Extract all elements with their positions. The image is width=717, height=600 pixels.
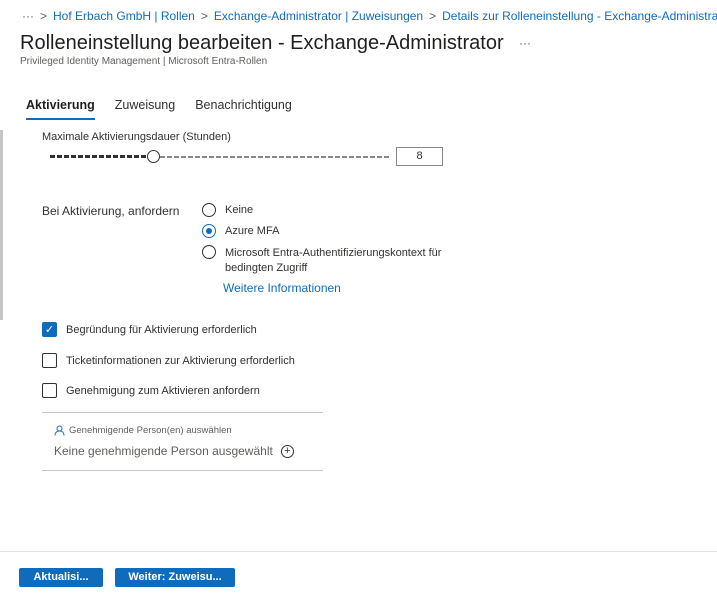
duration-slider[interactable] [50, 150, 390, 163]
checkbox-ticket[interactable]: Ticketinformationen zur Aktivierung erfo… [42, 353, 295, 368]
chevron-right-icon: > [40, 9, 48, 23]
update-button[interactable]: Aktualisi... [19, 568, 103, 587]
chevron-right-icon: > [429, 9, 437, 23]
radio-auth-context[interactable]: Microsoft Entra-Authentifizierungskontex… [202, 245, 442, 276]
checkbox-label: Genehmigung zum Aktivieren anfordern [66, 384, 260, 397]
more-info-link[interactable]: Weitere Informationen [223, 281, 341, 295]
next-assignment-button[interactable]: Weiter: Zuweisu... [115, 568, 235, 587]
page-subtitle: Privileged Identity Management | Microso… [20, 56, 268, 67]
require-label: Bei Aktivierung, anfordern [42, 204, 180, 218]
radio-keine[interactable]: Keine [202, 203, 254, 217]
slider-thumb[interactable] [147, 150, 161, 163]
radio-azure-mfa[interactable]: Azure MFA [202, 224, 280, 238]
radio-label: Keine [225, 204, 254, 216]
breadcrumb-item[interactable]: Hof Erbach GmbH | Rollen [53, 9, 195, 23]
tab-bar: Aktivierung Zuweisung Benachrichtigung [26, 98, 292, 120]
page-title: Rolleneinstellung bearbeiten - Exchange-… [20, 32, 504, 54]
approver-value-text: Keine genehmigende Person ausgewählt [54, 444, 273, 458]
approver-select-label[interactable]: Genehmigende Person(en) auswählen [54, 425, 232, 436]
add-approver-icon[interactable]: + [280, 444, 294, 458]
checkbox-approval[interactable]: Genehmigung zum Aktivieren anfordern [42, 383, 260, 398]
scrollbar[interactable] [0, 130, 3, 320]
checkbox-icon [42, 383, 57, 398]
tab-zuweisung[interactable]: Zuweisung [115, 98, 175, 120]
checkbox-checked-icon: ✓ [42, 322, 57, 337]
checkbox-label: Begründung für Aktivierung erforderlich [66, 323, 257, 336]
slider-fill [50, 155, 154, 158]
breadcrumb-item[interactable]: Exchange-Administrator | Zuweisungen [214, 9, 423, 23]
person-icon [54, 425, 65, 436]
radio-label: Azure MFA [225, 225, 280, 237]
radio-circle [202, 203, 216, 217]
approver-label-text: Genehmigende Person(en) auswählen [69, 425, 232, 436]
radio-circle [202, 245, 216, 259]
divider [42, 412, 323, 413]
footer-divider [0, 551, 717, 552]
divider [42, 470, 323, 471]
tab-benachrichtigung[interactable]: Benachrichtigung [195, 98, 292, 120]
chevron-right-icon: > [200, 9, 208, 23]
breadcrumb-item[interactable]: Details zur Rolleneinstellung - Exchange… [442, 9, 717, 23]
radio-label: Microsoft Entra-Authentifizierungskontex… [225, 247, 442, 274]
more-options-button[interactable]: ··· [519, 36, 531, 50]
tab-aktivierung[interactable]: Aktivierung [26, 98, 95, 120]
slider-track [160, 156, 390, 158]
checkbox-label: Ticketinformationen zur Aktivierung erfo… [66, 354, 295, 367]
duration-label: Maximale Aktivierungsdauer (Stunden) [42, 131, 231, 143]
duration-input[interactable]: 8 [396, 147, 443, 166]
checkbox-justification[interactable]: ✓ Begründung für Aktivierung erforderlich [42, 322, 257, 337]
breadcrumb: ··· > Hof Erbach GmbH | Rollen > Exchang… [22, 9, 717, 23]
checkbox-icon [42, 353, 57, 368]
approver-value: Keine genehmigende Person ausgewählt + [54, 444, 294, 458]
breadcrumb-more[interactable]: ··· [22, 9, 34, 23]
radio-circle-selected [202, 224, 216, 238]
